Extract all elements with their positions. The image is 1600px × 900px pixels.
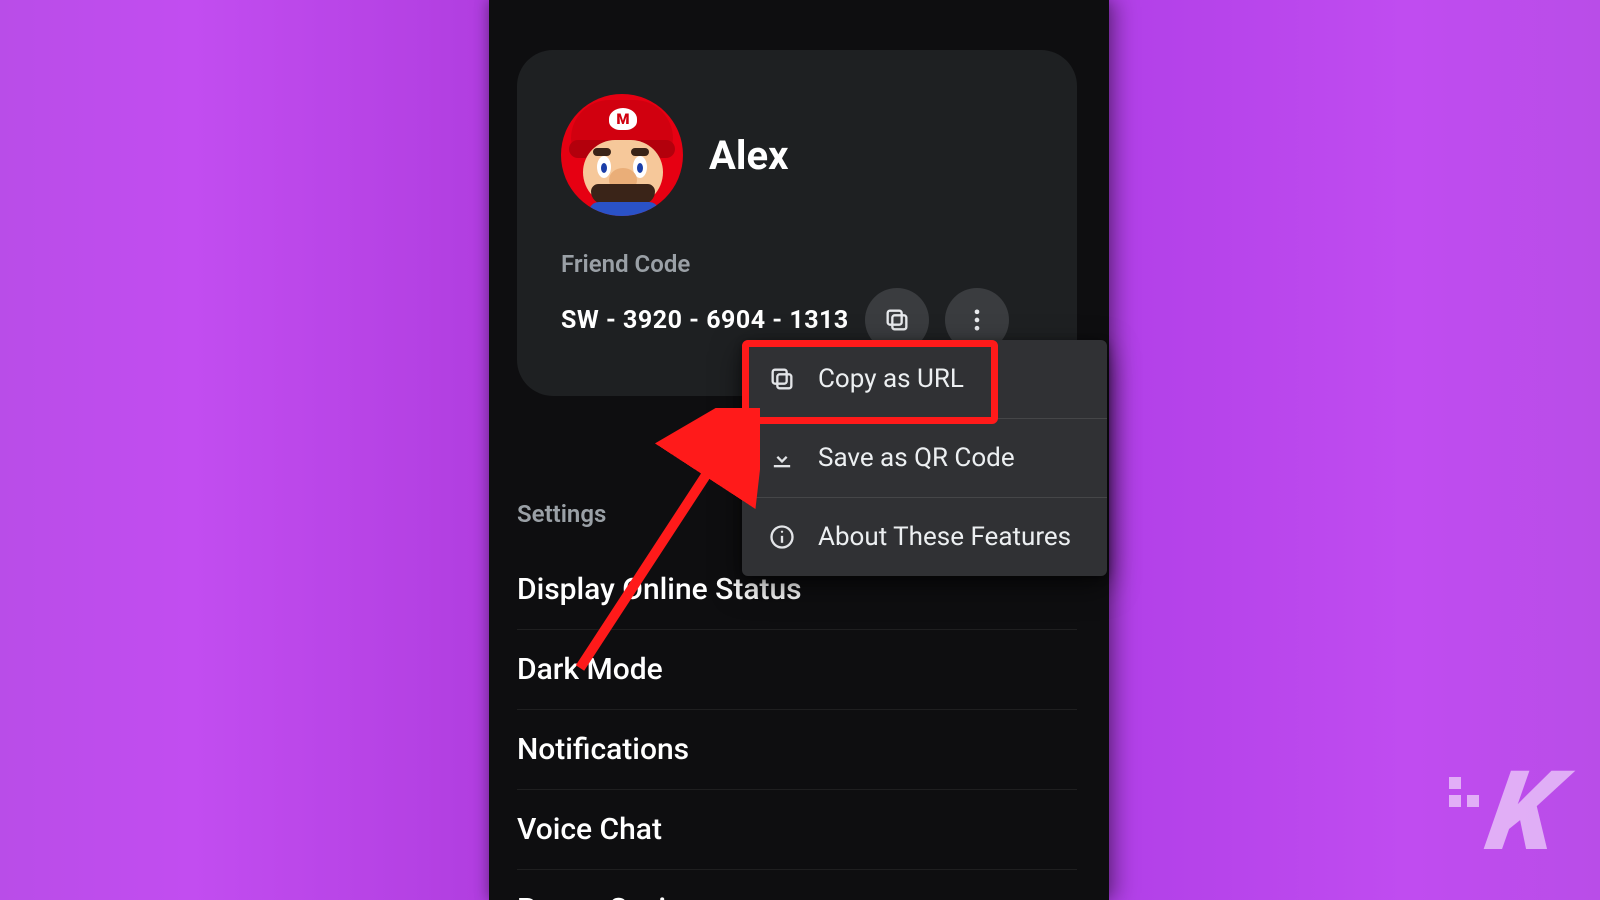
friend-code-block: Friend Code SW - 3920 - 6904 - 1313 — [561, 250, 1033, 352]
menu-item-label: Copy as URL — [818, 364, 964, 394]
friend-code-label: Friend Code — [561, 250, 1033, 278]
copy-icon — [768, 365, 796, 393]
menu-item-save-as-qr-code[interactable]: Save as QR Code — [742, 418, 1107, 497]
friend-code-value: SW - 3920 - 6904 - 1313 — [561, 306, 849, 335]
menu-item-copy-as-url[interactable]: Copy as URL — [742, 340, 1107, 418]
watermark: K — [1446, 768, 1552, 856]
settings-item-notifications[interactable]: Notifications — [517, 710, 1077, 790]
info-icon — [768, 523, 796, 551]
copy-icon — [883, 306, 911, 334]
settings-item-voice-chat[interactable]: Voice Chat — [517, 790, 1077, 870]
avatar[interactable]: M — [561, 94, 683, 216]
avatar-emblem: M — [609, 108, 637, 130]
profile-row: M Alex — [561, 94, 1033, 216]
settings-item-dark-mode[interactable]: Dark Mode — [517, 630, 1077, 710]
download-icon — [768, 444, 796, 472]
watermark-dots — [1446, 774, 1482, 810]
menu-item-about-features[interactable]: About These Features — [742, 497, 1107, 576]
settings-item-power-saving[interactable]: Power Saving — [517, 870, 1077, 900]
username: Alex — [709, 132, 788, 179]
more-vert-icon — [963, 306, 991, 334]
context-menu: Copy as URL Save as QR Code About These … — [742, 340, 1107, 576]
menu-item-label: Save as QR Code — [818, 443, 1015, 473]
menu-item-label: About These Features — [818, 522, 1071, 552]
watermark-letter: K — [1482, 768, 1560, 856]
